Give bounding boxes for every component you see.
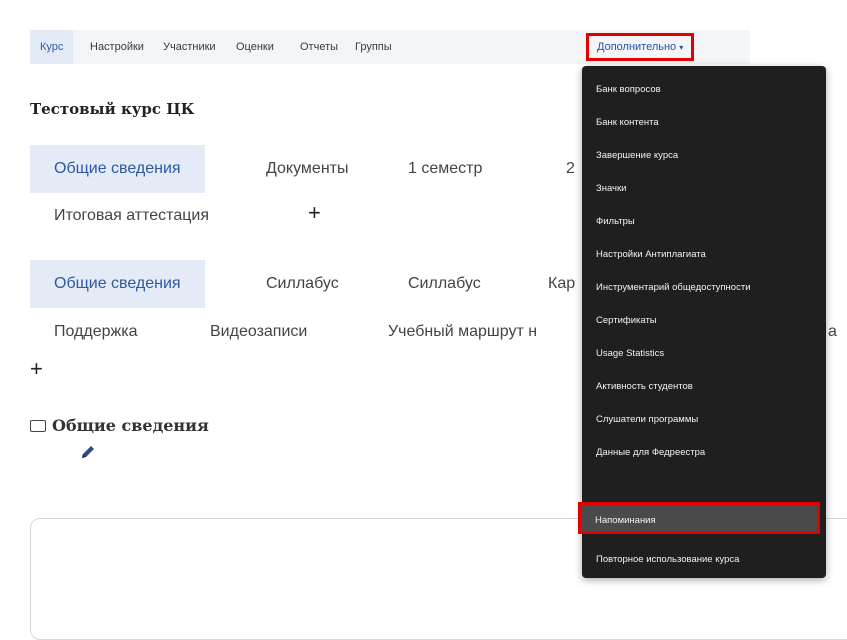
subtab-syllabus-1[interactable]: Силлабус (266, 260, 339, 308)
course-title: Тестовый курс ЦК (30, 100, 195, 118)
nav-tab-settings[interactable]: Настройки (90, 30, 144, 64)
folder-icon (30, 420, 46, 432)
tab-semester-1[interactable]: 1 семестр (408, 145, 482, 193)
menu-item-fedregistry-data[interactable]: Данные для Федреестра (582, 437, 826, 469)
subtab-syllabus-2[interactable]: Силлабус (408, 260, 481, 308)
menu-item-badges[interactable]: Значки (582, 173, 826, 205)
nav-tab-more[interactable]: Дополнительно ▾ (586, 33, 695, 61)
add-section-button[interactable]: + (308, 200, 321, 226)
pencil-icon[interactable] (80, 444, 96, 465)
subtab-kar[interactable]: Кар (548, 260, 575, 308)
tab-semester-2[interactable]: 2 (566, 145, 575, 193)
tab-documents[interactable]: Документы (266, 145, 348, 193)
menu-item-reminders[interactable]: Напоминания (578, 502, 820, 534)
subtab-support[interactable]: Поддержка (54, 308, 137, 356)
subtab-truncated[interactable]: а (828, 308, 837, 356)
menu-item-accessibility-toolkit[interactable]: Инструментарий общедоступности (582, 272, 826, 304)
menu-item-content-bank[interactable]: Банк контента (582, 107, 826, 139)
menu-item-antiplagiarism-settings[interactable]: Настройки Антиплагиата (582, 239, 826, 271)
menu-item-program-listeners[interactable]: Слушатели программы (582, 404, 826, 436)
menu-item-student-activity[interactable]: Активность студентов (582, 371, 826, 403)
subtab-general-info[interactable]: Общие сведения (30, 260, 205, 308)
nav-tab-participants[interactable]: Участники (163, 30, 216, 64)
nav-tab-course[interactable]: Курс (30, 30, 74, 64)
menu-item-filters[interactable]: Фильтры (582, 206, 826, 238)
more-dropdown-menu: Банк вопросов Банк контента Завершение к… (578, 66, 826, 578)
menu-item-certificates[interactable]: Сертификаты (582, 305, 826, 337)
nav-tab-reports[interactable]: Отчеты (300, 30, 338, 64)
subtab-learning-route[interactable]: Учебный маршрут н (388, 308, 537, 356)
nav-more-label: Дополнительно (597, 41, 677, 53)
tab-general-info[interactable]: Общие сведения (30, 145, 205, 193)
chevron-down-icon: ▾ (679, 43, 684, 52)
nav-tab-grades[interactable]: Оценки (236, 30, 274, 64)
course-nav-bar: Курс Настройки Участники Оценки Отчеты Г… (30, 30, 750, 64)
menu-item-course-reuse[interactable]: Повторное использование курса (582, 544, 826, 576)
menu-item-usage-statistics[interactable]: Usage Statistics (582, 338, 826, 370)
nav-tab-groups[interactable]: Группы (355, 30, 392, 64)
add-subsection-button[interactable]: + (30, 356, 43, 382)
subtab-video[interactable]: Видеозаписи (210, 308, 307, 356)
section-heading: Общие сведения (30, 416, 209, 435)
tab-final-attestation[interactable]: Итоговая аттестация (54, 192, 209, 240)
menu-item-question-bank[interactable]: Банк вопросов (582, 74, 826, 106)
section-title: Общие сведения (52, 416, 209, 435)
menu-item-course-completion[interactable]: Завершение курса (582, 140, 826, 172)
